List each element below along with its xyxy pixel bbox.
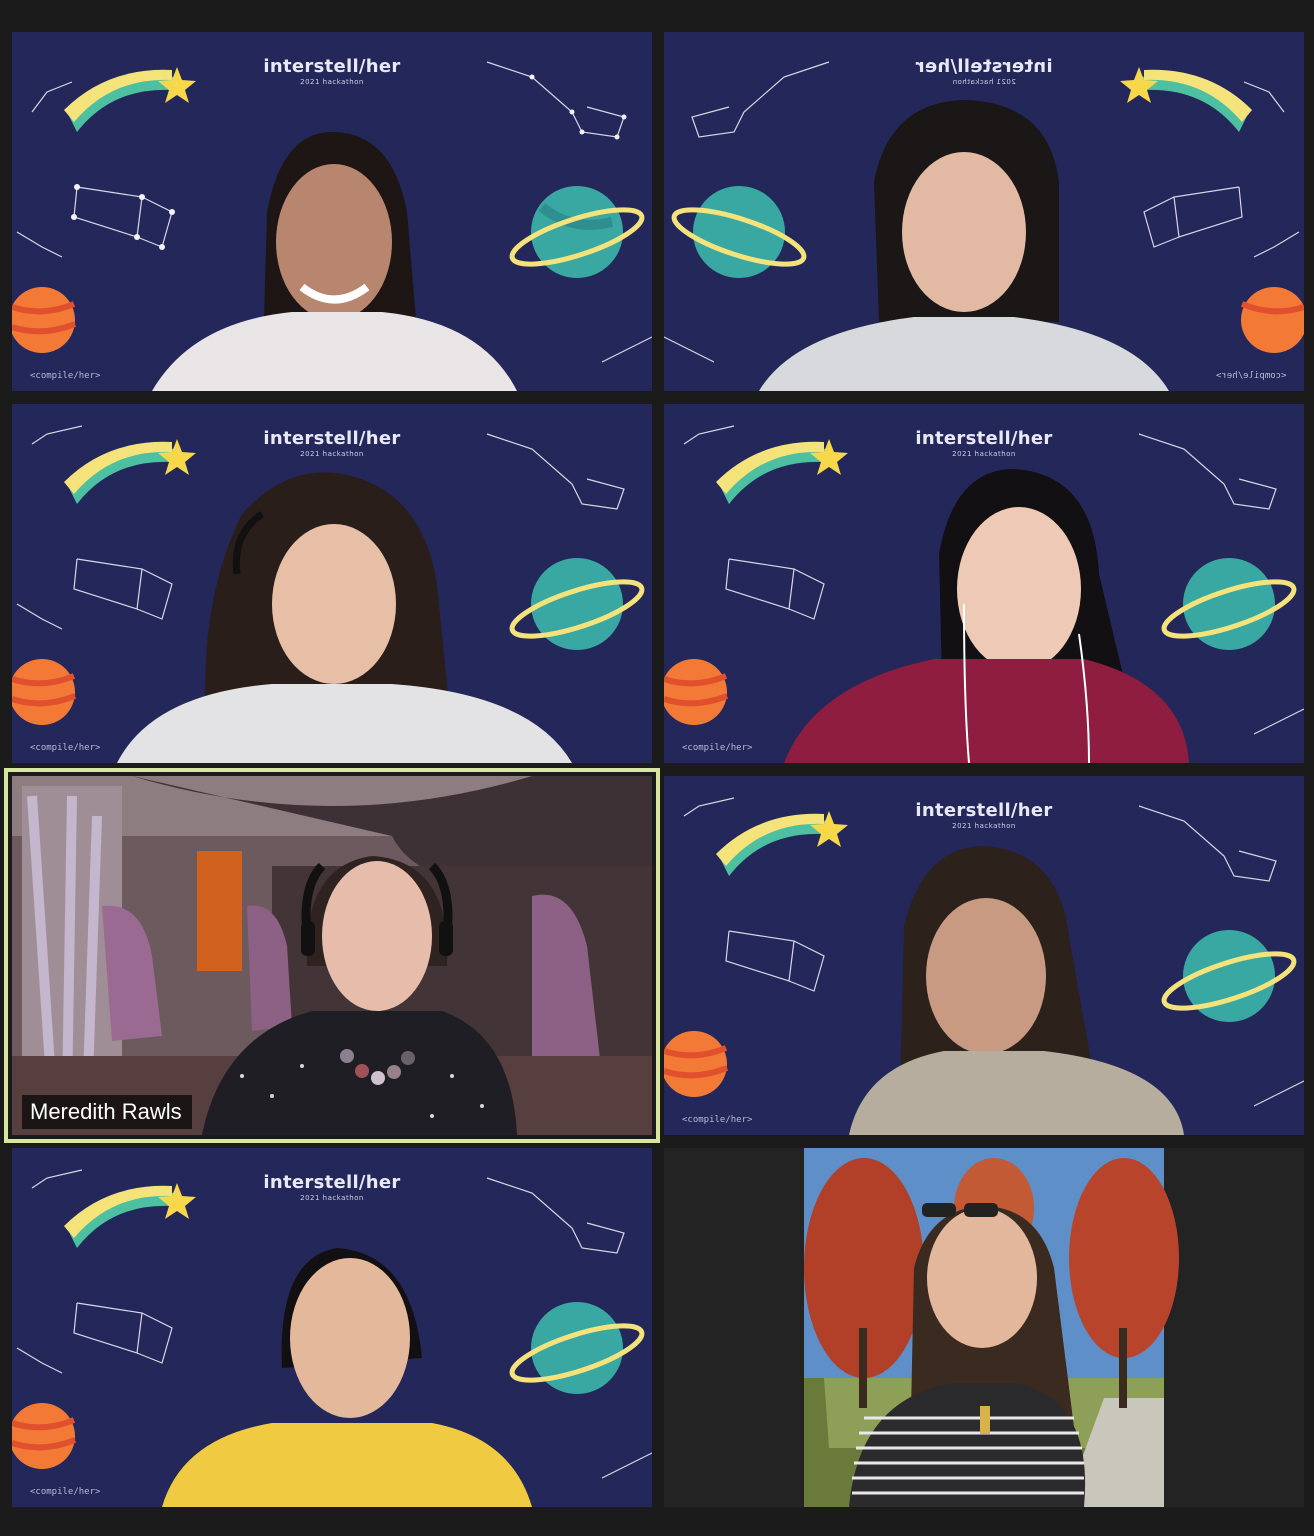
participant-video — [784, 469, 1189, 763]
participant-tile[interactable]: interstell/her 2021 hackathon <compile/h… — [12, 1148, 652, 1507]
participant-video — [759, 100, 1169, 391]
participant-video — [117, 472, 572, 763]
participant-tile[interactable] — [664, 1148, 1304, 1507]
participant-tile[interactable]: interstell/her 2021 hackathon <compile/h… — [664, 776, 1304, 1135]
participant-video — [162, 1248, 532, 1507]
participant-tile-active-speaker[interactable]: Meredith Rawls — [12, 776, 652, 1135]
participant-video — [152, 132, 517, 391]
participant-name-label: Meredith Rawls — [22, 1095, 192, 1129]
participant-tile[interactable]: interstell/her 2021 hackathon <compile/h… — [664, 404, 1304, 763]
participant-tile[interactable]: interstell/her 2021 hackathon <compile/h… — [12, 404, 652, 763]
participant-tile[interactable]: interstell/her 2021 hackathon <compile/h… — [664, 32, 1304, 391]
participant-video — [202, 856, 517, 1135]
participant-video — [849, 1203, 1086, 1507]
participant-tile[interactable]: interstell/her 2021 hackathon <compile/h… — [12, 32, 652, 391]
participant-video — [849, 846, 1184, 1135]
